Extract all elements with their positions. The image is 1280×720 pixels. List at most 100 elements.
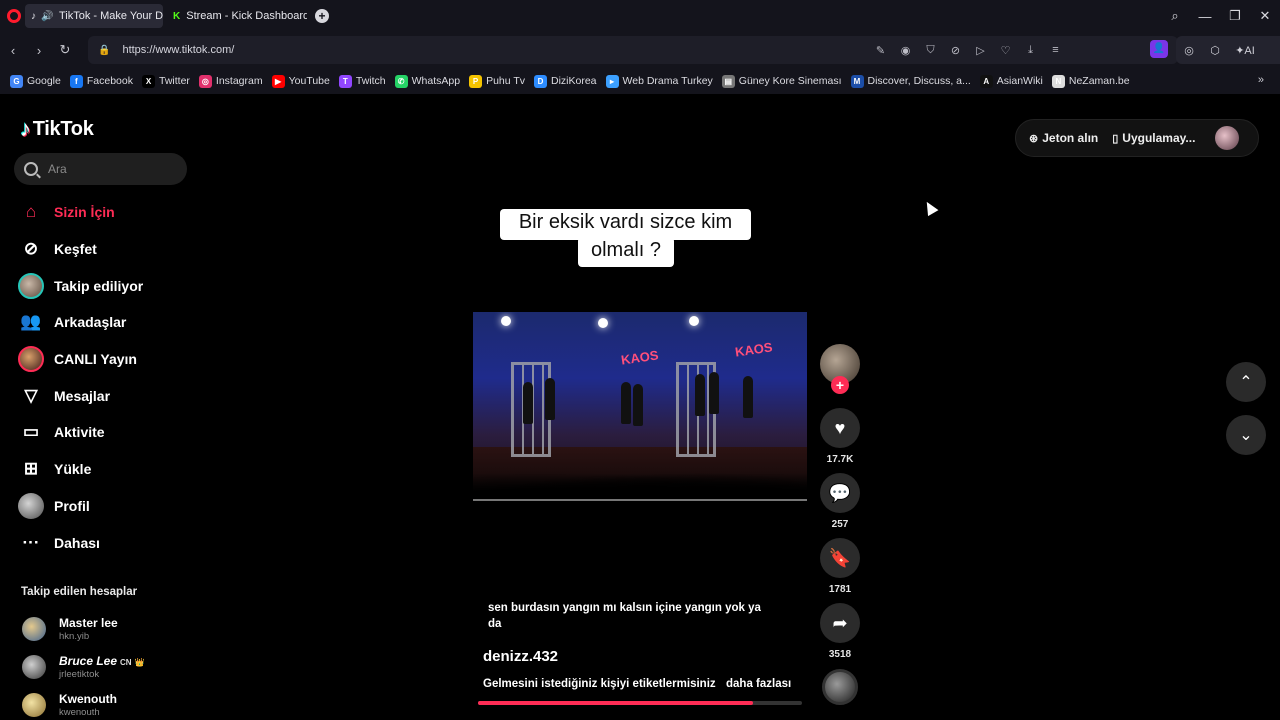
account-name: Kwenouth [59,692,117,706]
minimize-button[interactable]: — [1190,9,1220,24]
vpn-icon[interactable]: ⊘ [943,44,968,57]
bookmark-icon: 🔖 [828,547,852,568]
playback-progress-fill [478,701,754,705]
play-icon[interactable]: ▷ [968,44,993,57]
sidebar-item[interactable]: ▭ Aktivite [18,414,143,451]
person-figure [709,372,719,414]
new-tab-button[interactable]: + [315,9,329,23]
audience [473,472,807,502]
opera-logo-icon[interactable] [7,9,21,23]
bookmark-label: DiziKorea [551,75,597,87]
sidebar-item[interactable]: ⊘ Keşfet [18,231,143,268]
sidebar-item-label: Dahası [54,534,100,551]
sidebar-item[interactable]: Takip ediliyor [18,267,143,304]
menu-icon[interactable]: ≡ [1043,44,1068,56]
bookmark-item[interactable]: ◎ Instagram [198,74,263,88]
shazam-icon[interactable]: ◎ [1176,44,1202,57]
bookmark-item[interactable]: ✆ WhatsApp [394,74,460,88]
profile-icon[interactable]: 👤 [1150,40,1168,58]
url-text: https://www.tiktok.com/ [122,44,235,56]
speaker-icon[interactable]: 🔊 [41,11,53,22]
music-disc[interactable] [822,669,858,705]
close-button[interactable]: ✕ [1250,8,1280,24]
bookmark-item[interactable]: M Discover, Discuss, a... [850,74,971,88]
bookmark-item[interactable]: A AsianWiki [979,74,1043,88]
bookmark-item[interactable]: T Twitch [338,74,386,88]
facebook-icon: f [69,74,83,88]
user-avatar[interactable] [1215,126,1240,150]
sidebar-item[interactable]: ▽ Mesajlar [18,377,143,414]
follow-plus-button[interactable]: + [831,376,849,394]
avatar [22,655,46,679]
account-handle: jrleetiktok [59,669,100,680]
sidebar-item[interactable]: ⌂ Sizin İçin [18,194,143,231]
crown-icon: 👑 [134,658,145,667]
bookmark-item[interactable]: ▤ Güney Kore Sineması [721,74,842,88]
followed-account[interactable]: Master lee hkn.yib [22,616,118,642]
save-button[interactable]: 🔖 [820,538,860,578]
account-name-text: Master lee [59,616,118,630]
sidebar-item[interactable]: Profil [18,488,143,525]
get-app-button[interactable]: ▯ Uygulamay... [1112,131,1195,145]
avatar [22,617,46,641]
forward-button[interactable]: › [26,43,52,58]
shield-icon[interactable]: ⛉ [918,44,943,57]
video-music-text: Gelmesini istediğiniz kişiyi etiketlermi… [483,678,716,690]
sidebar-nav: ⌂ Sizin İçin ⊘ Keşfet Takip ediliyor 👥 Arkadaş… [18,194,143,561]
more-link[interactable]: daha fazlası [726,678,791,690]
ai-button[interactable]: ✦AI [1228,44,1262,57]
bookmark-item[interactable]: X Twitter [141,74,190,88]
bookmark-item[interactable]: ▸ Web Drama Turkey [605,74,713,88]
bookmark-label: Web Drama Turkey [622,75,713,87]
video-progress-track[interactable] [473,499,807,501]
video-author[interactable]: denizz.432 [483,648,558,665]
like-button[interactable]: ♥ [820,408,860,448]
search-input[interactable] [48,162,168,176]
download-icon[interactable]: ⤓ [1018,44,1043,57]
bookmark-item[interactable]: G Google [10,74,61,88]
sidebar-item[interactable]: CANLI Yayın [18,341,143,378]
heart-icon[interactable]: ♡ [993,44,1018,57]
tab-tiktok[interactable]: ♪ 🔊 TikTok - Make Your Da [25,4,163,28]
camera-icon[interactable]: ◉ [893,44,918,57]
bookmark-item[interactable]: P Puhu Tv [469,74,525,88]
webdrama-icon: ▸ [605,74,619,88]
comment-button[interactable]: 💬 [820,473,860,513]
video-player[interactable]: KAOS KAOS [473,312,807,502]
back-button[interactable]: ‹ [0,43,26,58]
tiktok-logo[interactable]: ♪ TikTok [20,116,94,142]
sidebar-item-label: CANLI Yayın [54,351,137,368]
share-button[interactable]: ➦ [820,603,860,643]
cube-icon[interactable]: ⬡ [1202,44,1228,57]
previous-video-button[interactable]: ⌃ [1226,362,1266,402]
person-figure [743,376,753,418]
search-tabs-icon[interactable]: ⌕ [1160,8,1190,24]
sidebar-item[interactable]: 👥 Arkadaşlar [18,304,143,341]
followed-account[interactable]: Kwenouth kwenouth [22,692,117,718]
bookmark-label: YouTube [288,75,330,87]
followed-account[interactable]: Bruce Lee CN 👑 jrleetiktok [22,654,145,680]
window-controls: ⌕ — ❐ ✕ [1160,0,1280,32]
bookmark-item[interactable]: D DiziKorea [534,74,597,88]
bookmark-item[interactable]: N NeZaman.be [1051,74,1130,88]
search-box[interactable] [14,153,187,185]
sidebar-item[interactable]: ··· Dahası [18,524,143,561]
tab-kick[interactable]: K Stream - Kick Dashboard [167,4,307,28]
playback-progress-bar[interactable] [478,701,802,705]
edit-icon[interactable]: ✎ [868,44,893,57]
lock-icon[interactable]: 🔒 [98,45,110,56]
reload-button[interactable]: ↻ [52,42,78,58]
get-coins-button[interactable]: ⊛ Jeton alın [1029,131,1098,145]
address-bar-icons: ✎ ◉ ⛉ ⊘ ▷ ♡ ⤓ ≡ [868,36,1068,64]
bookmark-item[interactable]: f Facebook [69,74,133,88]
sidebar-item[interactable]: ⊞ Yükle [18,451,143,488]
bookmarks-overflow-icon[interactable]: » [1258,74,1264,86]
url-field[interactable]: 🔒 https://www.tiktok.com/ ✎ ◉ ⛉ ⊘ ▷ ♡ ⤓ … [88,36,1178,64]
sidebar-item-label: Aktivite [54,424,105,441]
maximize-button[interactable]: ❐ [1220,8,1250,24]
google-icon: G [10,74,23,88]
person-figure [621,382,631,424]
send-icon: ▽ [24,385,38,405]
bookmark-item[interactable]: ▶ YouTube [271,74,330,88]
next-video-button[interactable]: ⌄ [1226,415,1266,455]
